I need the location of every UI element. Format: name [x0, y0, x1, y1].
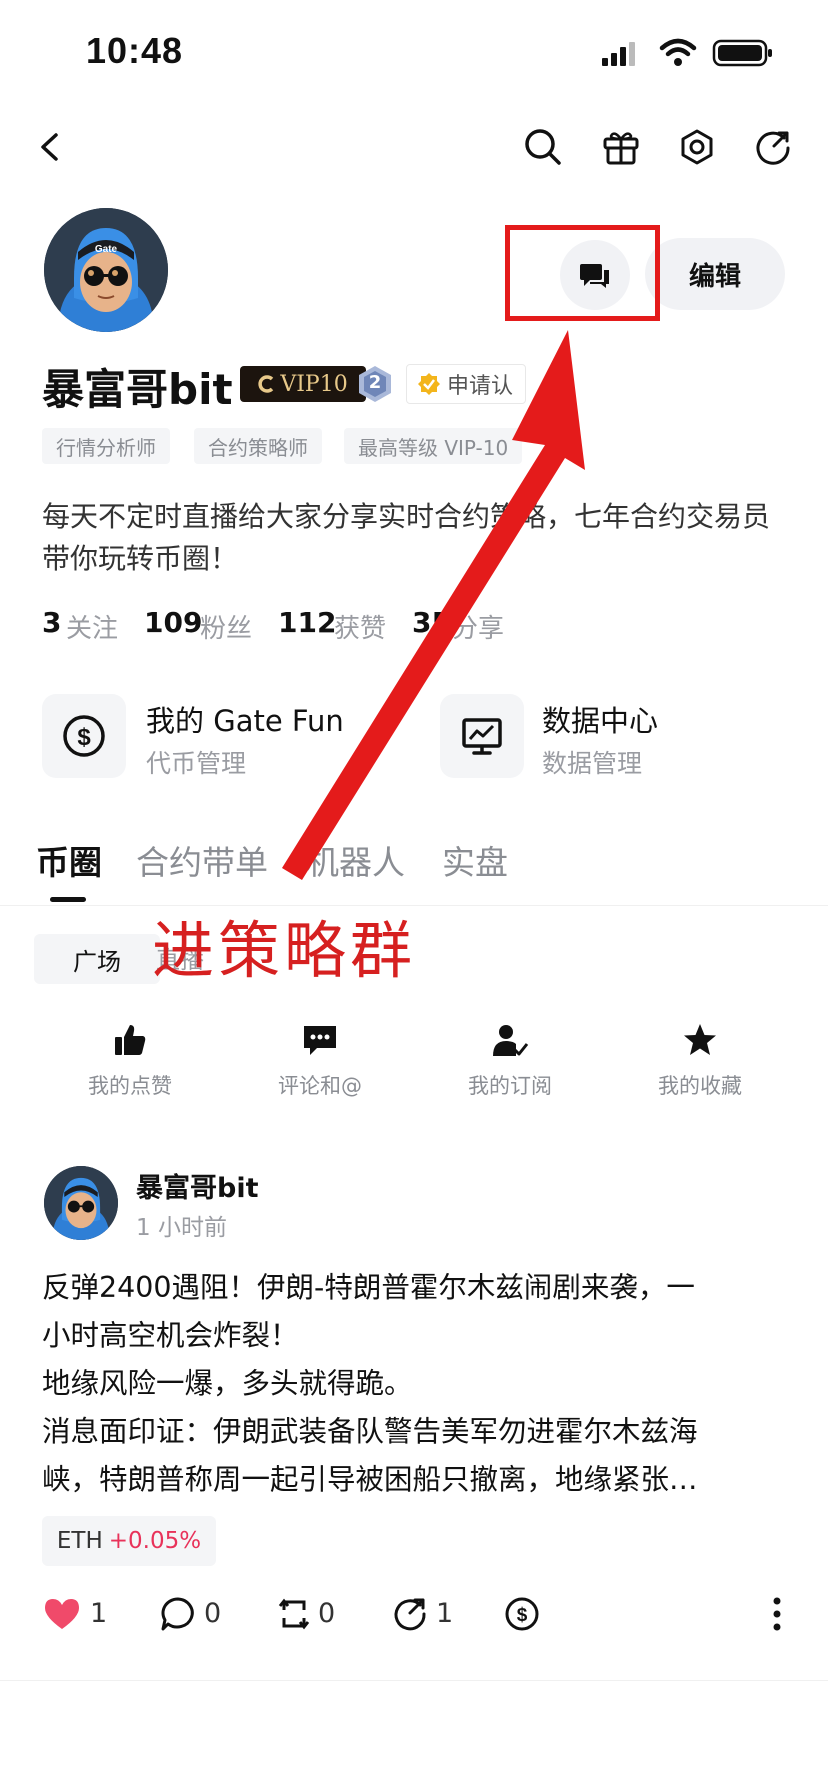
- svg-text:$: $: [517, 1605, 528, 1626]
- gate-fun-card-icon[interactable]: $: [42, 694, 126, 778]
- repost-count: 0: [318, 1598, 336, 1629]
- shares-count[interactable]: 35: [412, 606, 451, 639]
- more-options-icon[interactable]: [762, 1596, 792, 1632]
- my-favorites-label[interactable]: 我的收藏: [610, 1070, 790, 1100]
- annotation-text: 进策略群: [152, 914, 417, 987]
- wifi-icon: [658, 38, 698, 68]
- vip-c-icon: [258, 375, 274, 393]
- thumbs-up-icon[interactable]: [108, 1020, 152, 1060]
- profile-bio: 每天不定时直播给大家分享实时合约策略，七年合约交易员带你玩转币圈！: [42, 500, 771, 575]
- verified-badge-icon: [418, 373, 440, 395]
- likes-label: 获赞: [334, 614, 387, 644]
- tab-copy-trading[interactable]: 合约带单: [136, 836, 268, 884]
- post-line: 反弹2400遇阻！伊朗-特朗普霍尔木兹闹剧来袭，一: [42, 1271, 695, 1304]
- gate-fun-title[interactable]: 我的 Gate Fun: [146, 698, 344, 740]
- likes-count[interactable]: 112: [278, 606, 336, 639]
- svg-text:Gate: Gate: [95, 244, 118, 255]
- comments-mentions-label[interactable]: 评论和@: [230, 1070, 410, 1100]
- active-tab-indicator: [50, 897, 86, 902]
- share-post-icon[interactable]: [390, 1596, 430, 1632]
- share-count: 1: [436, 1598, 454, 1629]
- settings-button[interactable]: [670, 120, 724, 174]
- my-likes-label[interactable]: 我的点赞: [40, 1070, 220, 1100]
- gate-fun-subtitle: 代币管理: [146, 749, 247, 778]
- apply-label: 申请认: [447, 374, 514, 399]
- share-button[interactable]: [746, 120, 800, 174]
- heart-icon[interactable]: [42, 1596, 82, 1632]
- shares-label: 分享: [452, 614, 505, 644]
- search-icon: [525, 129, 561, 165]
- following-label: 关注: [66, 614, 119, 644]
- tab-live-trading[interactable]: 实盘: [442, 836, 508, 884]
- subtab-square[interactable]: 广场: [34, 934, 160, 984]
- tip-dollar-icon[interactable]: $: [502, 1594, 542, 1634]
- profile-name: 暴富哥bit: [42, 365, 233, 414]
- tab-robot[interactable]: 机器人: [306, 836, 405, 884]
- back-button[interactable]: [24, 120, 78, 174]
- svg-text:$: $: [77, 724, 91, 751]
- signal-icon: [600, 40, 640, 68]
- highlight-box: [505, 225, 660, 321]
- post-line: 峡，特朗普称周一起引导被困船只撤离，地缘紧张…: [42, 1463, 698, 1496]
- gift-button[interactable]: [594, 120, 648, 174]
- share-icon: [756, 131, 790, 165]
- subscribe-icon[interactable]: [488, 1020, 532, 1060]
- ticker-change: +0.05%: [108, 1528, 202, 1554]
- post-author-avatar[interactable]: [44, 1166, 118, 1240]
- post-author-name[interactable]: 暴富哥bit: [136, 1166, 259, 1205]
- vip-label: VIP10: [280, 371, 348, 397]
- edit-profile-button[interactable]: 编辑: [645, 238, 785, 310]
- ticker-symbol: ETH: [56, 1528, 103, 1554]
- tag-strategist: 合约策略师: [194, 428, 322, 464]
- chart-monitor-icon: [462, 718, 502, 755]
- post-time: 1 小时前: [136, 1215, 227, 1241]
- my-subscriptions-label[interactable]: 我的订阅: [420, 1070, 600, 1100]
- comment-icon[interactable]: [298, 1020, 342, 1060]
- tab-coin-circle[interactable]: 币圈: [36, 836, 102, 884]
- followers-label: 粉丝: [200, 614, 253, 644]
- post-divider: [0, 1680, 828, 1681]
- following-count[interactable]: 3: [42, 606, 61, 639]
- level-number: 2: [368, 372, 382, 393]
- tag-analyst: 行情分析师: [42, 428, 170, 464]
- post-body[interactable]: 反弹2400遇阻！伊朗-特朗普霍尔木兹闹剧来袭，一 小时高空机会炸裂！ 地缘风险…: [42, 1264, 792, 1504]
- comment-count: 0: [204, 1598, 222, 1629]
- vip-badge: VIP10: [240, 366, 366, 402]
- followers-count[interactable]: 109: [144, 606, 202, 639]
- post-line: 地缘风险一爆，多头就得跪。: [42, 1367, 413, 1400]
- data-center-title[interactable]: 数据中心: [542, 698, 658, 740]
- post-line: 小时高空机会炸裂！: [42, 1319, 299, 1352]
- star-icon[interactable]: [678, 1020, 722, 1060]
- comment-bubble-icon[interactable]: [158, 1596, 198, 1632]
- apply-verify-button[interactable]: 申请认: [406, 364, 526, 404]
- tag-vip-level: 最高等级 VIP-10: [344, 428, 523, 464]
- level-badge: 2: [356, 364, 394, 404]
- chevron-left-icon: [41, 133, 58, 161]
- avatar[interactable]: Gate: [44, 208, 168, 332]
- settings-hexagon-icon: [681, 129, 713, 165]
- data-center-card-icon[interactable]: [440, 694, 524, 778]
- gift-icon: [603, 132, 639, 165]
- repost-icon[interactable]: [274, 1596, 314, 1632]
- like-count: 1: [90, 1598, 108, 1629]
- search-button[interactable]: [516, 120, 570, 174]
- dollar-coin-icon: $: [63, 715, 105, 757]
- battery-icon: [712, 38, 774, 68]
- data-center-subtitle: 数据管理: [542, 749, 643, 778]
- post-line: 消息面印证：伊朗武装备队警告美军勿进霍尔木兹海: [42, 1415, 698, 1448]
- status-time: 10:48: [86, 30, 184, 71]
- ticker-chip[interactable]: ETH +0.05%: [42, 1516, 216, 1566]
